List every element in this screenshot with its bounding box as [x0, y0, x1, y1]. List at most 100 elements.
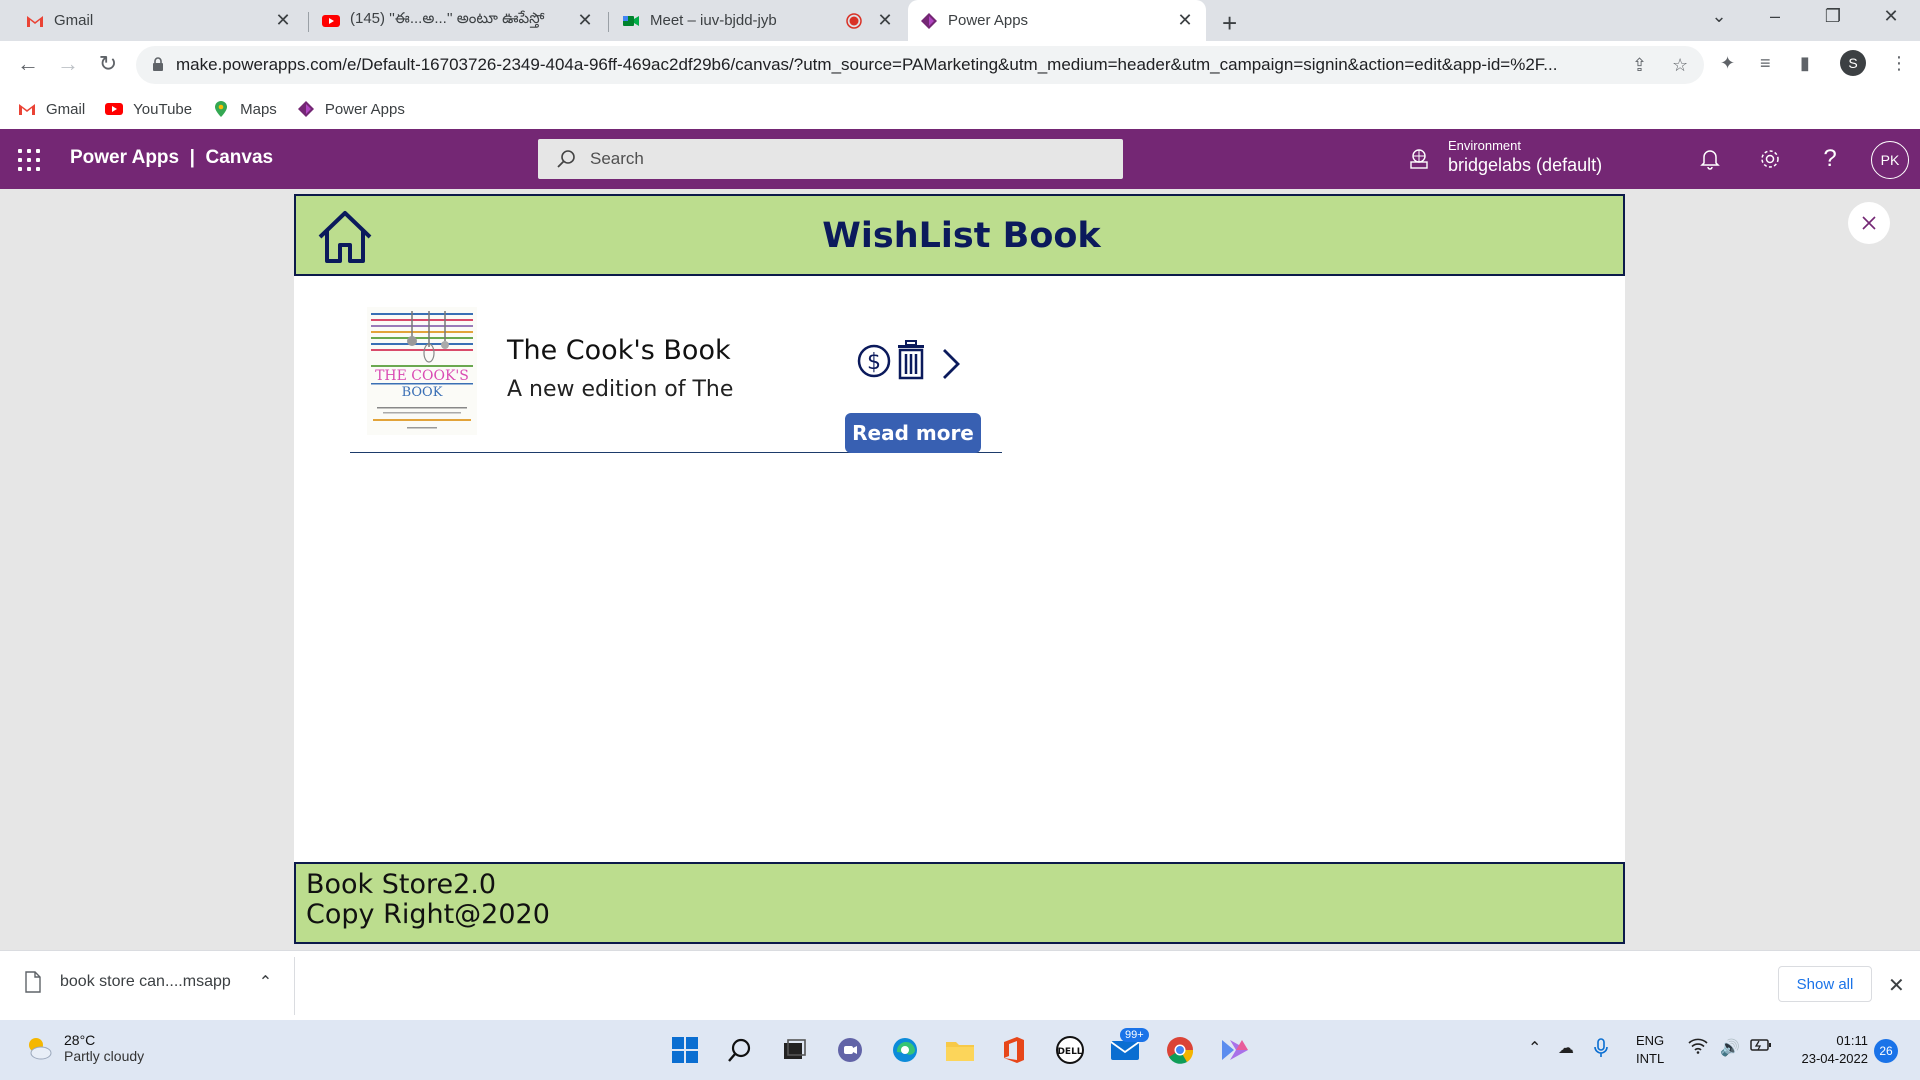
tab-youtube[interactable]: (145) ''ఈ...అ...'' అంటూ ఊపేస్తో ✕ [310, 0, 606, 41]
recording-icon [846, 12, 862, 29]
download-file-name: book store can....msapp [60, 973, 231, 990]
environment-value[interactable]: bridgelabs (default) [1448, 155, 1602, 176]
dollar-icon[interactable]: $ [857, 344, 891, 378]
minimize-icon[interactable]: – [1760, 6, 1790, 27]
browser-tab-strip: Gmail ✕ (145) ''ఈ...అ...'' అంటూ ఊపేస్తో … [0, 0, 1920, 41]
help-question-icon[interactable]: ? [1817, 145, 1843, 172]
trash-icon[interactable] [896, 340, 926, 380]
close-preview-button[interactable] [1848, 202, 1890, 244]
bookmark-youtube[interactable]: YouTube [105, 100, 192, 118]
power-automate-icon[interactable] [1219, 1034, 1251, 1066]
bookmark-gmail[interactable]: Gmail [18, 100, 85, 118]
tab-gmail[interactable]: Gmail ✕ [14, 0, 304, 41]
tab-title: Gmail [54, 12, 94, 29]
battery-icon[interactable] [1750, 1038, 1772, 1057]
office-icon[interactable] [998, 1034, 1030, 1066]
svg-text:$: $ [867, 350, 881, 375]
chevron-right-icon[interactable] [940, 347, 962, 381]
bookmark-star-icon[interactable]: ☆ [1672, 55, 1688, 76]
lock-icon [153, 57, 163, 71]
url-text: make.powerapps.com/e/Default-16703726-23… [176, 55, 1558, 74]
tab-search-chevron-icon[interactable]: ⌄ [1704, 6, 1734, 27]
reload-icon[interactable]: ↻ [94, 51, 122, 77]
system-clock[interactable]: 01:11 23-04-2022 [1786, 1032, 1869, 1068]
clock-time: 01:11 [1836, 1033, 1868, 1048]
svg-text:BOOK: BOOK [402, 385, 443, 400]
chrome-icon[interactable] [1164, 1034, 1196, 1066]
keyboard-layout: INTL [1636, 1051, 1665, 1066]
tab-title: Power Apps [948, 12, 1029, 29]
new-tab-button[interactable]: + [1222, 8, 1237, 39]
search-input[interactable] [590, 149, 1090, 169]
youtube-icon [322, 14, 340, 27]
close-tab-icon[interactable]: ✕ [576, 10, 594, 30]
gmail-icon [19, 104, 35, 115]
close-download-bar-icon[interactable]: ✕ [1888, 973, 1905, 998]
share-icon[interactable]: ⇪ [1632, 55, 1647, 76]
onedrive-cloud-icon[interactable]: ☁ [1558, 1038, 1574, 1058]
address-bar[interactable]: make.powerapps.com/e/Default-16703726-23… [136, 46, 1704, 84]
bookmark-maps[interactable]: Maps [212, 100, 277, 118]
settings-gear-icon[interactable] [1757, 146, 1783, 172]
canvas-app-screen: WishList Book THE COOK'S BOOK The Cook's… [294, 194, 1625, 944]
mail-badge: 99+ [1120, 1028, 1149, 1042]
temperature: 28°C [64, 1032, 96, 1048]
gmail-icon [27, 15, 43, 27]
weather-widget[interactable]: 28°C Partly cloudy [24, 1032, 144, 1064]
microphone-icon[interactable] [1594, 1038, 1608, 1063]
bookmarks-bar: Gmail YouTube Maps Power Apps [0, 89, 1920, 129]
windows-start-icon[interactable] [669, 1034, 701, 1066]
download-item[interactable]: book store can....msapp ⌃ [24, 971, 272, 993]
wishlist-item[interactable]: THE COOK'S BOOK The Cook's Book A new ed… [350, 307, 1002, 453]
close-tab-icon[interactable]: ✕ [1176, 10, 1194, 30]
window-close-icon[interactable]: ✕ [1876, 6, 1906, 27]
show-all-downloads-button[interactable]: Show all [1778, 966, 1872, 1002]
notifications-bell-icon[interactable] [1697, 146, 1723, 172]
speaker-volume-icon[interactable]: 🔊 [1720, 1038, 1740, 1058]
restore-icon[interactable]: ❐ [1818, 6, 1848, 27]
task-view-icon[interactable] [778, 1034, 810, 1066]
tab-meet[interactable]: Meet – iuv-bjdd-jyb ✕ [610, 0, 906, 41]
close-tab-icon[interactable]: ✕ [876, 10, 894, 30]
bookmark-label: YouTube [133, 100, 193, 118]
dell-icon[interactable]: DELL [1054, 1034, 1086, 1066]
edge-browser-icon[interactable] [889, 1034, 921, 1066]
footer-app-name: Book Store2.0 [306, 869, 497, 900]
chevron-up-icon[interactable]: ⌃ [259, 972, 272, 992]
user-avatar[interactable]: PK [1871, 141, 1909, 179]
chrome-menu-icon[interactable]: ⋮ [1890, 53, 1908, 74]
app-header: WishList Book [294, 194, 1625, 276]
environment-icon[interactable] [1408, 148, 1430, 170]
power-apps-icon [297, 101, 314, 117]
teams-chat-icon[interactable] [834, 1034, 866, 1066]
bookmark-label: Maps [240, 100, 277, 118]
back-arrow-icon[interactable]: ← [14, 51, 42, 77]
power-apps-brand[interactable]: Power Apps | Canvas [70, 147, 273, 169]
app-launcher-icon[interactable] [18, 149, 40, 171]
media-queue-icon[interactable]: ≡ [1760, 53, 1771, 74]
search-icon[interactable] [724, 1034, 756, 1066]
weather-condition: Partly cloudy [64, 1048, 145, 1064]
file-explorer-icon[interactable] [944, 1034, 976, 1066]
extensions-puzzle-icon[interactable]: ✦ [1720, 53, 1735, 74]
bookmark-power-apps[interactable]: Power Apps [297, 100, 405, 118]
wifi-icon[interactable] [1688, 1038, 1708, 1059]
book-title: The Cook's Book [507, 335, 731, 366]
search-box[interactable] [538, 139, 1123, 179]
footer-copyright: Copy Right@2020 [306, 899, 550, 930]
svg-text:DELL: DELL [1057, 1047, 1082, 1057]
close-tab-icon[interactable]: ✕ [274, 10, 292, 30]
input-language[interactable]: ENG INTL [1636, 1032, 1664, 1068]
clock-date: 23-04-2022 [1801, 1051, 1869, 1066]
environment-label: Environment [1448, 138, 1521, 153]
youtube-icon [105, 103, 124, 115]
side-panel-icon[interactable]: ▮ [1800, 53, 1810, 74]
show-hidden-icons-chevron-icon[interactable]: ⌃ [1528, 1038, 1541, 1058]
tab-power-apps[interactable]: Power Apps ✕ [908, 0, 1206, 41]
notification-count-badge[interactable]: 26 [1874, 1039, 1898, 1063]
profile-avatar[interactable]: S [1840, 50, 1866, 76]
book-cover-image: THE COOK'S BOOK [367, 307, 477, 435]
forward-arrow-icon[interactable]: → [54, 51, 82, 77]
read-more-button[interactable]: Read more [845, 413, 981, 453]
maps-pin-icon [215, 101, 228, 117]
